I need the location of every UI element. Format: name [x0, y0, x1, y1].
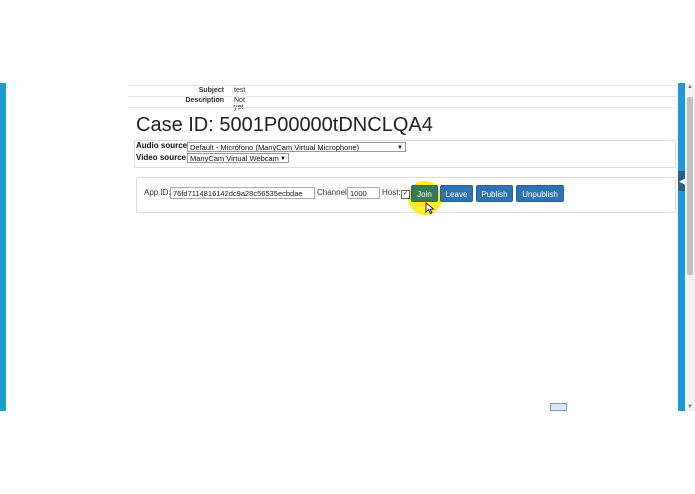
mouse-pointer-icon — [425, 202, 435, 214]
video-source-value: ManyCam Virtual Webcam — [190, 154, 279, 163]
audio-source-select[interactable]: Default - Micrófono (ManyCam Virtual Mic… — [187, 142, 406, 152]
unpublish-button[interactable]: Unpublish — [516, 185, 564, 202]
leave-button[interactable]: Leave — [440, 185, 473, 202]
channel-input[interactable]: 1000 — [347, 187, 380, 199]
right-accent-bar — [678, 83, 685, 411]
window-icon — [550, 403, 567, 411]
description-value: Not yet — [234, 97, 245, 111]
scroll-down-icon[interactable]: ▼ — [686, 403, 694, 411]
left-accent-bar — [0, 83, 6, 411]
host-label: Host: — [382, 188, 401, 197]
channel-value: 1000 — [350, 189, 367, 198]
publish-button[interactable]: Publish — [476, 185, 513, 202]
page-title: Case ID: 5001P00000tDNCLQA4 — [136, 114, 433, 136]
vertical-scrollbar[interactable]: ▲ ▼ — [685, 83, 695, 411]
join-button[interactable]: Join — [411, 185, 438, 202]
chevron-down-icon: ▼ — [397, 145, 403, 151]
row-divider — [128, 85, 676, 86]
scroll-up-icon[interactable]: ▲ — [686, 83, 694, 91]
chevron-down-icon: ▼ — [280, 156, 286, 162]
app-id-input[interactable]: 76fd7114816142dc9a28c56535ecbdae — [170, 187, 315, 199]
host-checkbox[interactable]: ✓ — [401, 190, 410, 199]
description-label: Description — [185, 97, 224, 104]
subject-value: test — [234, 87, 246, 94]
channel-label: Channel: — [317, 188, 350, 197]
subject-label: Subject — [198, 87, 224, 94]
app-id-label: App ID: — [144, 188, 171, 197]
scroll-thumb[interactable] — [687, 97, 693, 275]
video-source-select[interactable]: ManyCam Virtual Webcam ▼ — [187, 153, 289, 163]
audio-source-label: Audio source: — [136, 141, 190, 150]
row-divider — [128, 107, 676, 108]
video-source-label: Video source: — [136, 153, 189, 162]
audio-source-value: Default - Micrófono (ManyCam Virtual Mic… — [190, 143, 360, 152]
browser-viewport: Subject test Description Not yet Case ID… — [0, 83, 695, 411]
app-id-value: 76fd7114816142dc9a28c56535ecbdae — [173, 189, 303, 198]
